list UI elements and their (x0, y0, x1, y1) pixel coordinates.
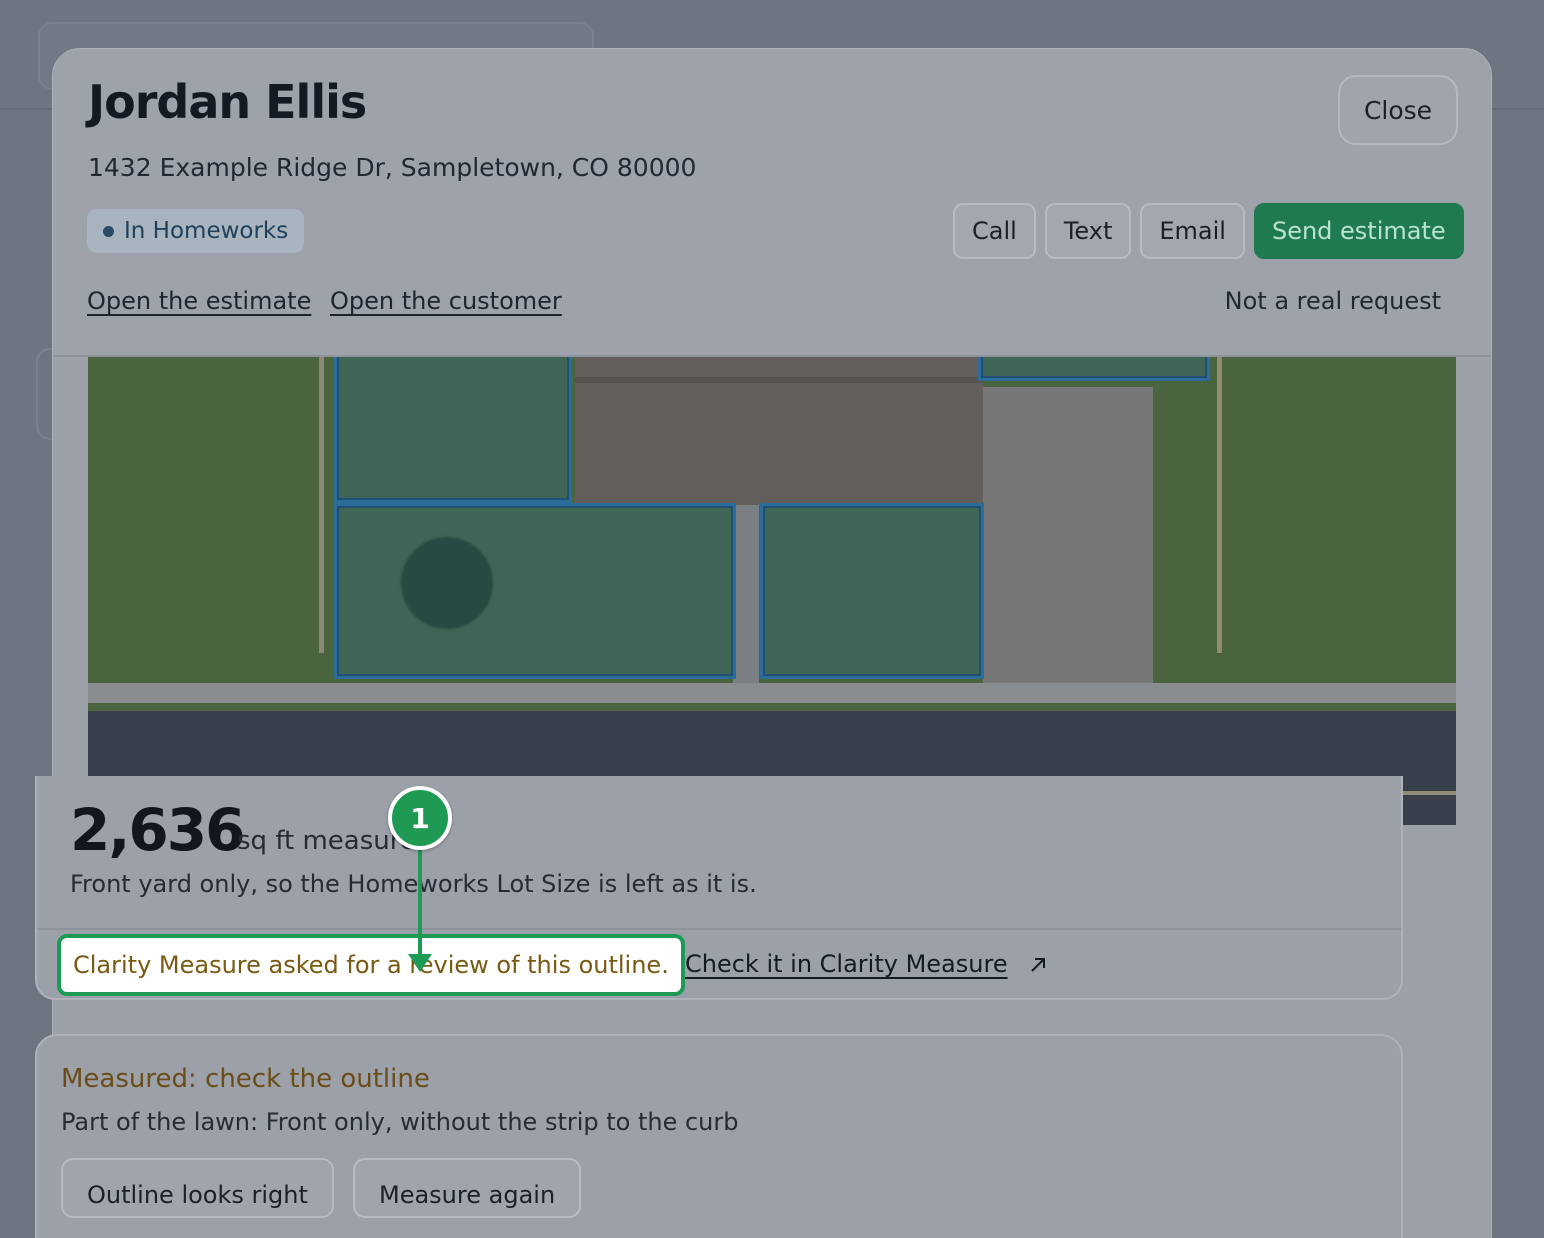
status-badge-label: In Homeworks (124, 218, 289, 244)
fence-right (1217, 357, 1222, 653)
outline-looks-right-button[interactable]: Outline looks right (61, 1158, 334, 1218)
lawn-map[interactable] (88, 357, 1456, 825)
status-badge: In Homeworks (87, 209, 305, 253)
house-roof-edge (575, 377, 983, 383)
external-link-icon (1031, 958, 1045, 972)
check-in-clarity-measure-link[interactable]: Check it in Clarity Measure (685, 950, 1008, 978)
status-dot-icon (103, 225, 114, 237)
lawn-outline-front-right[interactable] (760, 503, 984, 679)
callout-marker: 1 (388, 786, 452, 850)
measured-outline-card: Measured: check the outline Part of the … (35, 1034, 1403, 1238)
not-real-request-button[interactable]: Not a real request (1225, 287, 1441, 315)
send-estimate-button[interactable]: Send estimate (1253, 203, 1464, 259)
measured-card-subtitle: Part of the lawn: Front only, without th… (61, 1108, 739, 1136)
review-warning-text: Clarity Measure asked for a review of th… (73, 951, 669, 979)
measurement-summary-card: 2,636 sq ft measured Front yard only, so… (35, 776, 1403, 1000)
tree-canopy (401, 537, 493, 629)
divider (37, 928, 1401, 930)
measured-card-title: Measured: check the outline (61, 1064, 430, 1094)
customer-address: 1432 Example Ridge Dr, Sampletown, CO 80… (88, 153, 697, 182)
callout-arrow-line (418, 850, 422, 958)
text-button[interactable]: Text (1044, 203, 1132, 259)
driveway (983, 387, 1153, 687)
callout-arrow-head-icon (408, 954, 432, 972)
measurement-note: Front yard only, so the Homeworks Lot Si… (70, 870, 757, 898)
sidewalk (88, 683, 1456, 703)
review-warning: Clarity Measure asked for a review of th… (57, 934, 685, 996)
modal-header: Jordan Ellis 1432 Example Ridge Dr, Samp… (53, 49, 1491, 357)
front-walkway (733, 505, 759, 685)
call-button[interactable]: Call (953, 203, 1036, 259)
lawn-outline-front-left[interactable] (334, 503, 736, 679)
measured-area-value: 2,636 (70, 796, 245, 864)
customer-name: Jordan Ellis (88, 75, 367, 129)
open-customer-link[interactable]: Open the customer (330, 287, 562, 315)
open-estimate-link[interactable]: Open the estimate (87, 287, 311, 315)
fence-left (319, 357, 324, 653)
email-button[interactable]: Email (1140, 203, 1245, 259)
contact-actions: Call Text Email Send estimate (953, 203, 1464, 259)
close-button[interactable]: Close (1338, 75, 1458, 145)
lawn-outline-top-left[interactable] (334, 357, 572, 503)
lawn-outline-top-right[interactable] (978, 357, 1210, 381)
measure-again-button[interactable]: Measure again (353, 1158, 582, 1218)
